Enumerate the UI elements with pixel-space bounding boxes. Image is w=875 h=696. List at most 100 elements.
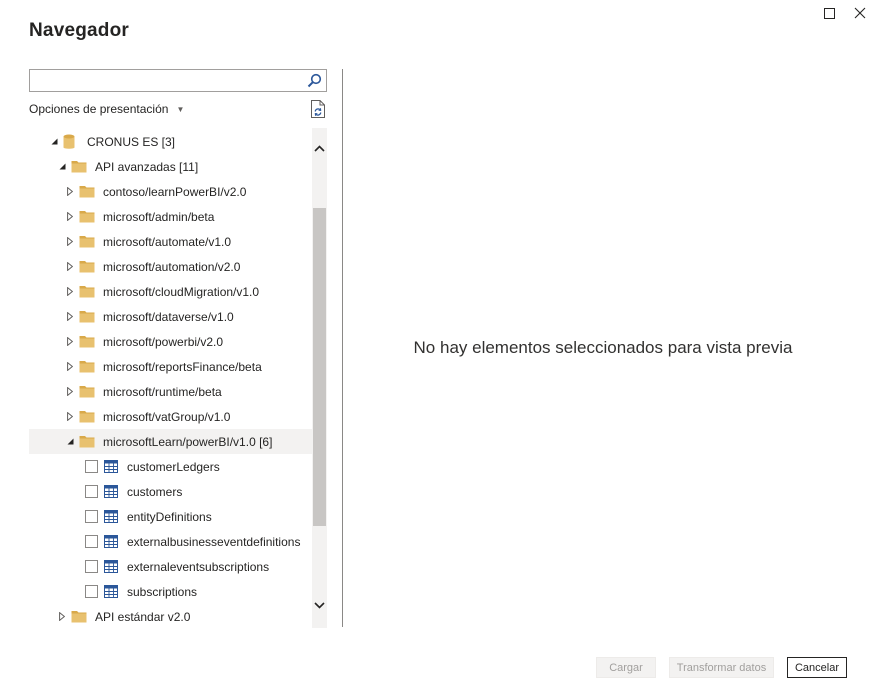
tree-item-label: microsoft/automate/v1.0 (103, 234, 232, 249)
tree-item-label: microsoft/dataverse/v1.0 (103, 309, 234, 324)
tree-item-label: API avanzadas [11] (95, 159, 199, 174)
tree-item-label: microsoft/automation/v2.0 (103, 259, 241, 274)
tree-folder-item[interactable]: CRONUS ES [3] (29, 129, 312, 154)
tree-folder-item[interactable]: API avanzadas [11] (29, 154, 312, 179)
tree-item-label: contoso/learnPowerBI/v2.0 (103, 184, 247, 199)
tree-folder-item[interactable]: microsoft/dataverse/v1.0 (29, 304, 312, 329)
folder-icon (71, 610, 87, 623)
table-icon (104, 460, 118, 473)
collapsed-triangle-icon[interactable] (65, 312, 75, 322)
folder-icon (79, 360, 95, 373)
tree-folder-item[interactable]: contoso/learnPowerBI/v2.0 (29, 179, 312, 204)
folder-icon (79, 210, 95, 223)
item-checkbox[interactable] (85, 510, 98, 523)
tree-item-label: microsoftLearn/powerBI/v1.0 [6] (103, 434, 273, 449)
tree-folder-item[interactable]: API estándar v2.0 (29, 604, 312, 628)
tree-folder-item[interactable]: microsoft/reportsFinance/beta (29, 354, 312, 379)
tree-folder-item[interactable]: microsoft/automate/v1.0 (29, 229, 312, 254)
item-checkbox[interactable] (85, 485, 98, 498)
tree-item-label: microsoft/reportsFinance/beta (103, 359, 262, 374)
collapsed-triangle-icon[interactable] (65, 237, 75, 247)
transform-data-button[interactable]: Transformar datos (669, 657, 774, 678)
scroll-down-button[interactable] (312, 597, 327, 613)
tree-item-label: externalbusinesseventdefinitions (127, 534, 301, 549)
preview-empty-message: No hay elementos seleccionados para vist… (413, 338, 793, 357)
search-box[interactable] (29, 69, 327, 92)
item-checkbox[interactable] (85, 585, 98, 598)
search-icon[interactable] (307, 73, 322, 88)
search-input[interactable] (33, 72, 303, 88)
tree-item-label: customers (127, 484, 183, 499)
tree-folder-item[interactable]: microsoft/runtime/beta (29, 379, 312, 404)
collapsed-triangle-icon[interactable] (65, 212, 75, 222)
tree-table-item[interactable]: subscriptions (29, 579, 312, 604)
tree-item-label: entityDefinitions (127, 509, 212, 524)
scroll-up-button[interactable] (312, 140, 327, 156)
collapsed-triangle-icon[interactable] (57, 612, 67, 622)
maximize-icon (823, 7, 835, 19)
navigator-window: Navegador Opciones de presentación ▼ CRO… (0, 0, 875, 696)
tree-item-label: externaleventsubscriptions (127, 559, 270, 574)
navigator-tree: CRONUS ES [3] API avanzadas [11] contoso/l… (29, 128, 312, 628)
cancel-button[interactable]: Cancelar (787, 657, 847, 678)
page-title: Navegador (29, 20, 130, 41)
load-button[interactable]: Cargar (596, 657, 656, 678)
folder-icon (79, 335, 95, 348)
tree-item-label: microsoft/runtime/beta (103, 384, 222, 399)
tree-folder-item[interactable]: microsoft/automation/v2.0 (29, 254, 312, 279)
tree-table-item[interactable]: externalbusinesseventdefinitions (29, 529, 312, 554)
tree-scrollbar[interactable] (312, 128, 327, 628)
scrollbar-thumb[interactable] (313, 208, 326, 526)
tree-folder-item[interactable]: microsoft/vatGroup/v1.0 (29, 404, 312, 429)
maximize-button[interactable] (818, 4, 840, 22)
collapsed-triangle-icon[interactable] (65, 412, 75, 422)
table-icon (104, 585, 118, 598)
expanded-triangle-icon[interactable] (57, 162, 67, 172)
tree-item-label: microsoft/admin/beta (103, 209, 215, 224)
tree-item-label: API estándar v2.0 (95, 609, 191, 624)
folder-icon (79, 185, 95, 198)
refresh-document-icon[interactable] (310, 100, 326, 118)
tree-folder-item[interactable]: microsoft/cloudMigration/v1.0 (29, 279, 312, 304)
table-icon (104, 535, 118, 548)
tree-item-label: CRONUS ES [3] (87, 134, 176, 149)
folder-icon (79, 235, 95, 248)
chevron-up-icon (314, 144, 325, 152)
chevron-down-icon (314, 601, 325, 609)
collapsed-triangle-icon[interactable] (65, 287, 75, 297)
item-checkbox[interactable] (85, 560, 98, 573)
tree-item-label: microsoft/cloudMigration/v1.0 (103, 284, 260, 299)
display-options-dropdown[interactable]: Opciones de presentación ▼ (29, 102, 184, 116)
display-options-label: Opciones de presentación (29, 102, 169, 116)
chevron-down-icon: ▼ (176, 104, 185, 114)
table-icon (104, 485, 118, 498)
item-checkbox[interactable] (85, 460, 98, 473)
folder-icon (79, 310, 95, 323)
tree-folder-item[interactable]: microsoftLearn/powerBI/v1.0 [6] (29, 429, 312, 454)
tree-item-label: microsoft/vatGroup/v1.0 (103, 409, 231, 424)
item-checkbox[interactable] (85, 535, 98, 548)
tree-table-item[interactable]: entityDefinitions (29, 504, 312, 529)
folder-icon (79, 285, 95, 298)
tree-table-item[interactable]: customers (29, 479, 312, 504)
expanded-triangle-icon[interactable] (49, 137, 59, 147)
tree-folder-item[interactable]: microsoft/admin/beta (29, 204, 312, 229)
folder-icon (79, 385, 95, 398)
tree-item-label: microsoft/powerbi/v2.0 (103, 334, 224, 349)
collapsed-triangle-icon[interactable] (65, 362, 75, 372)
tree-table-item[interactable]: customerLedgers (29, 454, 312, 479)
collapsed-triangle-icon[interactable] (65, 187, 75, 197)
collapsed-triangle-icon[interactable] (65, 337, 75, 347)
tree-table-item[interactable]: externaleventsubscriptions (29, 554, 312, 579)
table-icon (104, 510, 118, 523)
table-icon (104, 560, 118, 573)
close-icon (854, 7, 866, 19)
folder-icon (79, 410, 95, 423)
expanded-triangle-icon[interactable] (65, 437, 75, 447)
folder-icon (71, 160, 87, 173)
database-icon (63, 134, 75, 149)
collapsed-triangle-icon[interactable] (65, 262, 75, 272)
close-button[interactable] (849, 4, 871, 22)
tree-folder-item[interactable]: microsoft/powerbi/v2.0 (29, 329, 312, 354)
collapsed-triangle-icon[interactable] (65, 387, 75, 397)
